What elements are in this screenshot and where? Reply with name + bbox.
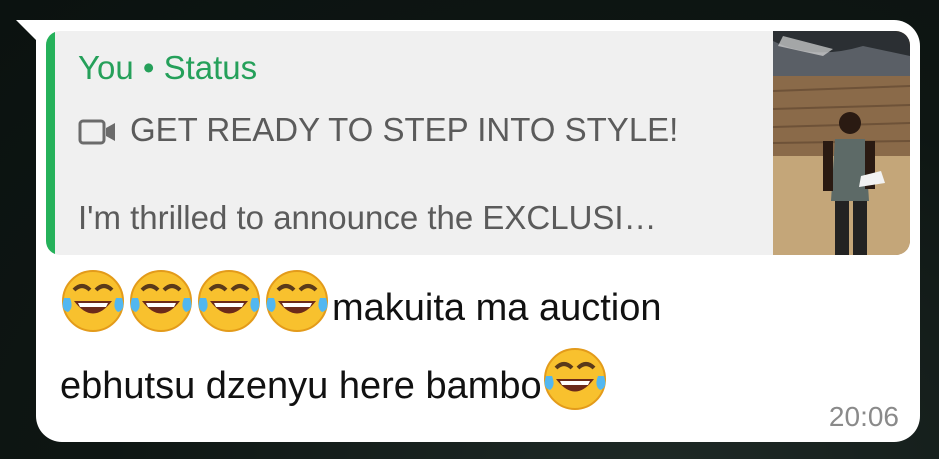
message-text-part-1: makuita ma auction <box>332 287 662 329</box>
quote-context: Status <box>163 49 258 86</box>
tears-of-joy-emoji <box>128 268 194 334</box>
quoted-status-reply[interactable]: You • Status GET READY TO STEP INTO STYL… <box>46 31 910 255</box>
video-icon <box>78 116 118 145</box>
quote-line-1: GET READY TO STEP INTO STYLE! <box>78 111 678 149</box>
quote-author-name: You <box>78 49 134 86</box>
tears-of-joy-emoji <box>196 268 262 334</box>
tears-of-joy-emoji <box>542 346 608 412</box>
quote-author: You • Status <box>78 49 257 87</box>
bubble-tail <box>16 20 38 42</box>
message-timestamp: 20:06 <box>828 401 899 432</box>
quote-line-2-text: I'm thrilled to announce the EXCLUSI… <box>78 199 657 236</box>
message-text-part-2: ebhutsu dzenyu here bambo <box>60 365 542 407</box>
quote-accent-bar <box>46 31 55 255</box>
quote-separator: • <box>142 49 155 86</box>
quote-line-1-text: GET READY TO STEP INTO STYLE! <box>130 111 679 148</box>
tears-of-joy-emoji <box>60 268 126 334</box>
status-thumbnail[interactable] <box>773 31 910 255</box>
message-text: makuita ma auction ebhutsu dzenyu here b… <box>60 268 820 424</box>
tears-of-joy-emoji <box>264 268 330 334</box>
